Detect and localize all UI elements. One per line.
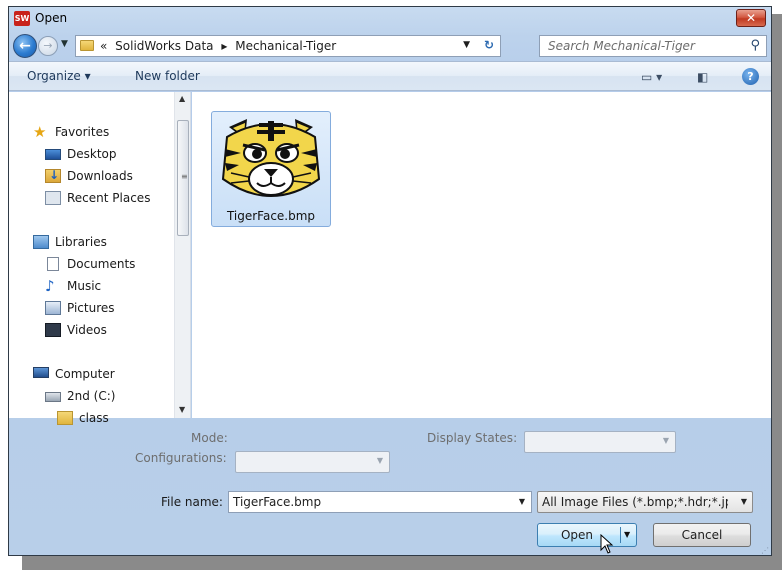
downloads-icon — [45, 168, 61, 183]
file-item-selected[interactable]: TigerFace.bmp — [211, 111, 331, 227]
libraries-icon — [33, 235, 49, 249]
sidebar-item-label: Computer — [55, 367, 115, 381]
pictures-icon — [45, 301, 61, 315]
desktop-icon — [45, 149, 61, 160]
back-arrow-icon: ← — [19, 38, 31, 54]
music-icon: ♪ — [45, 277, 55, 295]
drive-icon — [45, 392, 61, 402]
mouse-cursor-icon — [600, 534, 614, 554]
configurations-label: Configurations: — [135, 451, 227, 465]
breadcrumb-separator-icon[interactable]: ▸ — [221, 39, 227, 53]
breadcrumb-overflow[interactable]: « — [100, 39, 107, 53]
chevron-down-icon[interactable]: ▼ — [741, 497, 747, 506]
refresh-icon[interactable]: ↻ — [484, 38, 494, 52]
recent-locations-dropdown[interactable]: ▼ — [61, 39, 68, 49]
breadcrumb-item-mechanical-tiger[interactable]: Mechanical-Tiger — [235, 39, 336, 53]
sidebar-item-label: Downloads — [67, 169, 133, 183]
address-bar[interactable]: « SolidWorks Data ▸ Mechanical-Tiger ▼ ↻ — [75, 35, 501, 57]
close-button[interactable]: ✕ — [736, 9, 766, 27]
organize-button[interactable]: Organize ▾ — [27, 69, 91, 83]
back-button[interactable]: ← — [13, 34, 37, 58]
display-states-label: Display States: — [427, 431, 518, 445]
star-icon: ★ — [33, 123, 47, 141]
cancel-button[interactable]: Cancel — [653, 523, 751, 547]
display-states-select[interactable]: ▼ — [524, 431, 676, 453]
sidebar-item-label: Libraries — [55, 235, 107, 249]
recent-places-icon — [45, 191, 61, 205]
chevron-down-icon: ▼ — [376, 456, 383, 465]
split-divider — [620, 527, 621, 543]
file-name-combo[interactable]: TigerFace.bmp ▼ — [228, 491, 532, 513]
title-bar: SW Open ✕ — [9, 7, 771, 31]
documents-icon — [47, 257, 59, 271]
address-dropdown-icon[interactable]: ▼ — [463, 40, 470, 50]
search-icon[interactable]: ⚲ — [750, 38, 760, 53]
help-icon[interactable]: ? — [742, 68, 759, 85]
forward-arrow-icon: → — [43, 39, 53, 52]
solidworks-app-icon: SW — [14, 11, 30, 26]
tiger-face-thumbnail — [221, 119, 321, 197]
sidebar-item-label: Favorites — [55, 125, 110, 139]
open-button[interactable]: Open ▼ — [537, 523, 637, 547]
resize-grip-icon[interactable]: ⋰ — [761, 546, 769, 555]
dialog-title: Open — [35, 11, 68, 25]
dialog-footer: Mode: Display States: ▼ Configurations: … — [9, 419, 771, 555]
open-dialog: SW Open ✕ ← → ▼ « SolidWorks Data ▸ Mech… — [8, 6, 772, 556]
navigation-pane: ★ Favorites Desktop Downloads Recent Pla… — [9, 92, 191, 425]
file-type-select[interactable]: All Image Files (*.bmp;*.hdr;*.jpg ▼ — [537, 491, 753, 513]
chevron-down-icon[interactable]: ▼ — [519, 497, 525, 506]
change-view-icon[interactable]: ▭ ▾ — [641, 70, 662, 84]
search-box[interactable]: Search Mechanical-Tiger ⚲ — [539, 35, 767, 57]
scroll-down-icon[interactable]: ▼ — [179, 405, 185, 414]
command-bar: Organize ▾ New folder ▭ ▾ ◧ ? — [9, 61, 771, 91]
breadcrumb: « SolidWorks Data ▸ Mechanical-Tiger — [100, 39, 340, 53]
search-input[interactable]: Search Mechanical-Tiger — [548, 39, 695, 53]
sidebar-item-label: Pictures — [67, 301, 115, 315]
file-name-field[interactable]: TigerFace.bmp — [233, 495, 321, 509]
file-type-value: All Image Files (*.bmp;*.hdr;*.jpg — [542, 495, 728, 509]
sidebar-item-label: Desktop — [67, 147, 117, 161]
forward-button[interactable]: → — [38, 36, 58, 56]
new-folder-button[interactable]: New folder — [135, 69, 200, 83]
videos-icon — [45, 323, 61, 337]
computer-icon — [33, 367, 49, 378]
folder-icon — [80, 40, 94, 51]
address-row: ← → ▼ « SolidWorks Data ▸ Mechanical-Tig… — [9, 33, 771, 59]
sidebar-item-label: Documents — [67, 257, 136, 271]
preview-pane-icon[interactable]: ◧ — [697, 70, 708, 84]
file-name-field-label: File name: — [161, 495, 223, 509]
navigation-scrollbar[interactable]: ▲ ≡ ▼ — [174, 92, 190, 418]
scrollbar-thumb[interactable]: ≡ — [177, 120, 189, 236]
breadcrumb-item-solidworks-data[interactable]: SolidWorks Data — [115, 39, 213, 53]
sidebar-item-label: Recent Places — [67, 191, 151, 205]
scroll-up-icon[interactable]: ▲ — [179, 94, 185, 103]
sidebar-item-label: Music — [67, 279, 102, 293]
file-list[interactable]: TigerFace.bmp — [192, 92, 771, 418]
open-options-chevron-icon[interactable]: ▼ — [624, 524, 630, 546]
configurations-select[interactable]: ▼ — [235, 451, 390, 473]
sidebar-item-label: 2nd (C:) — [67, 389, 116, 403]
sidebar-item-label: Videos — [67, 323, 107, 337]
mode-label: Mode: — [191, 431, 228, 445]
chevron-down-icon: ▼ — [662, 436, 669, 445]
grip-icon: ≡ — [181, 172, 188, 181]
file-name-label: TigerFace.bmp — [226, 209, 316, 223]
